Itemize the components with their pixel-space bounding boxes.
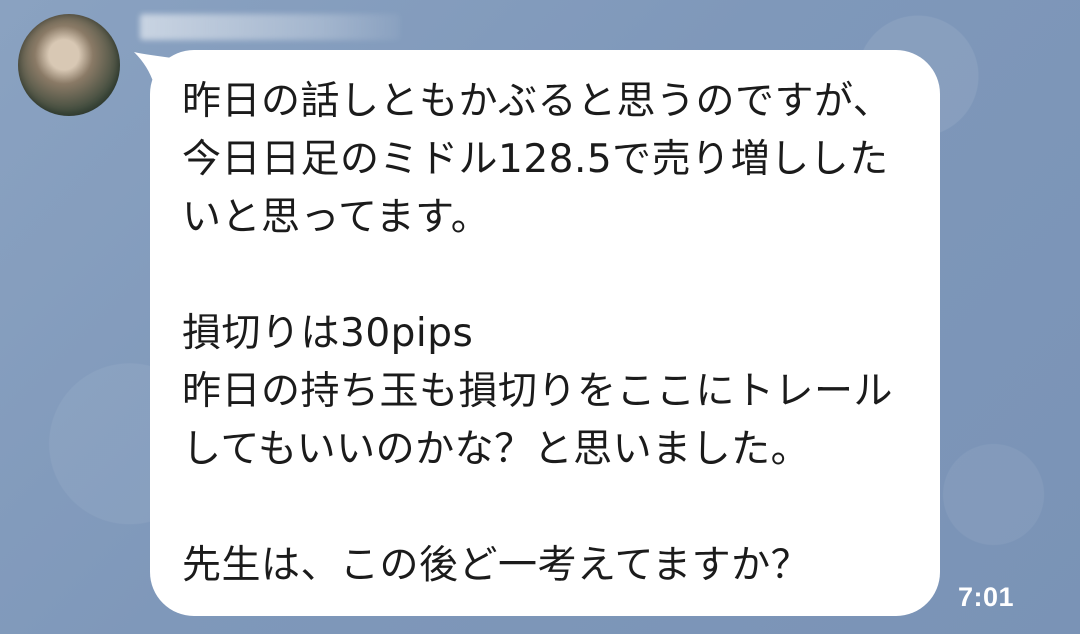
sender-avatar[interactable] (18, 14, 120, 116)
message-bubble[interactable]: 昨日の話しともかぶると思うのですが、今日日足のミドル128.5で売り増ししたいと… (150, 50, 940, 616)
message-text: 昨日の話しともかぶると思うのですが、今日日足のミドル128.5で売り増ししたいと… (182, 79, 894, 588)
sender-name-blurred (140, 14, 400, 40)
message-timestamp: 7:01 (958, 582, 1015, 612)
